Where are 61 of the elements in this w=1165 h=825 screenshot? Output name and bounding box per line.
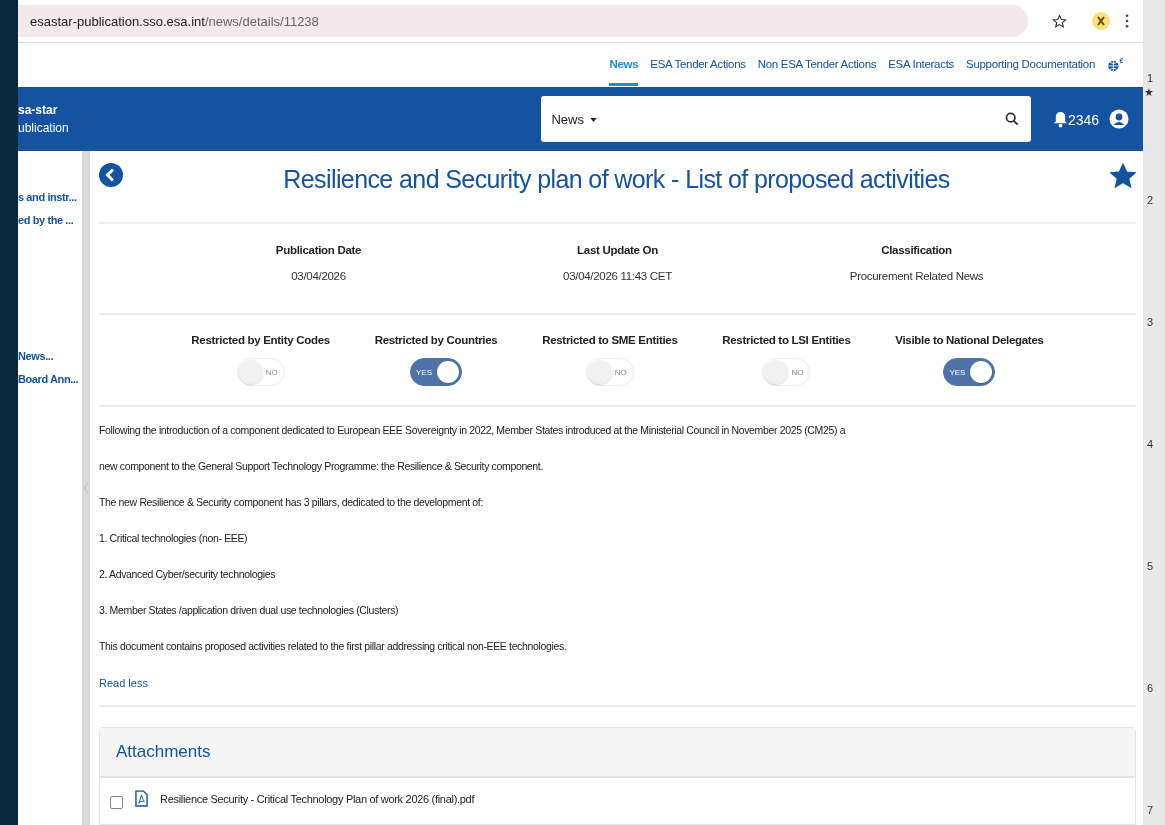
field-value: 03/04/2026: [291, 270, 346, 282]
field-label: Restricted to SME Entities: [542, 334, 678, 346]
star-outline-icon[interactable]: [1052, 13, 1067, 29]
search-scope-dropdown[interactable]: News: [551, 111, 597, 127]
logo-text: ublication: [18, 121, 70, 135]
field-label: Publication Date: [275, 244, 362, 256]
caret-icon[interactable]: [589, 118, 597, 123]
page-number: 6: [1147, 682, 1154, 694]
field-label: Restricted to LSI Entities: [722, 334, 851, 346]
toggle-switch[interactable]: NO: [762, 358, 811, 386]
pdf-file-icon: [135, 790, 148, 807]
menu-icon[interactable]: [1125, 14, 1129, 28]
field-label: Restricted by Entity Codes: [191, 334, 330, 346]
field-label: Restricted by Countries: [374, 334, 498, 346]
body-text: 2. Advanced Cyber/security technologies: [99, 567, 277, 582]
notification-count[interactable]: 2346: [1067, 111, 1100, 128]
star-icon[interactable]: [1110, 163, 1136, 189]
sidebar-link[interactable]: Board Ann...: [18, 373, 82, 385]
sidebar-link[interactable]: ed by the ...: [18, 214, 82, 226]
sidebar-link[interactable]: News...: [18, 350, 82, 362]
page-number: 5: [1147, 560, 1154, 572]
page-number: 2: [1147, 194, 1154, 206]
field-value: 03/04/2026 11:43 CET: [563, 270, 672, 282]
address-bar[interactable]: esastar-publication.sso.esa.int/news/details/11238: [18, 5, 1028, 37]
read-less-link[interactable]: Read less: [99, 677, 148, 689]
field-label: Classification: [881, 244, 952, 256]
field-value: Procurement Related News: [849, 270, 984, 282]
file-link[interactable]: Resilience Security - Critical Technology Plan of work 2026 (final).pdf: [160, 792, 475, 805]
search-field[interactable]: News: [541, 96, 1031, 142]
toggle-switch[interactable]: NO: [236, 358, 285, 386]
body-text: The new Resilience & Security component has 3 pillars, dedicated to the development of:: [99, 495, 484, 510]
body-text: This document contains proposed activities related to the first pillar addressing critical non-EEE technologies.: [99, 639, 568, 654]
logo-text: sa-star: [18, 103, 59, 117]
nav-link[interactable]: ESA Tender Actions: [650, 44, 746, 86]
back-icon[interactable]: [99, 163, 123, 187]
user-avatar-icon[interactable]: [1109, 109, 1129, 129]
toggle-switch[interactable]: YES: [410, 358, 463, 386]
page-number: 7: [1147, 804, 1154, 816]
page-number: 1: [1147, 72, 1154, 84]
body-text: 3. Member States /application driven dual use technologies (Clusters): [99, 603, 400, 618]
toggle-switch[interactable]: NO: [585, 358, 634, 386]
body-text: Following the introduction of a component dedicated to European EEE Sovereignty in 2022, Member States introduced at the Ministerial Council in November 2025 (CM25) a: [99, 423, 847, 438]
panel-title: Attachments: [116, 742, 211, 762]
sidebar-link[interactable]: s and instr...: [18, 191, 82, 203]
nav-link[interactable]: Non ESA Tender Actions: [757, 44, 877, 86]
field-label: Visible to National Delegates: [895, 334, 1044, 346]
page-number: 4: [1147, 438, 1154, 450]
page-title: Resilience and Security plan of work - List of proposed activities: [283, 164, 950, 194]
toggle-switch[interactable]: YES: [943, 358, 996, 386]
body-text: new component to the General Support Technology Programme: the Resilience & Security component.: [99, 459, 544, 474]
bell-icon[interactable]: [1052, 110, 1068, 128]
globe-icon[interactable]: [1107, 58, 1125, 72]
star-marker: ★: [1144, 86, 1154, 99]
checkbox[interactable]: [110, 796, 123, 809]
nav-link[interactable]: ESA Interacts: [888, 44, 954, 86]
page-number: 3: [1147, 316, 1154, 328]
extension-icon[interactable]: [1091, 11, 1111, 31]
search-icon[interactable]: [1004, 112, 1019, 126]
nav-link[interactable]: Supporting Documentation: [966, 44, 1095, 86]
field-label: Last Update On: [577, 244, 658, 256]
body-text: 1. Critical technologies (non- EEE): [99, 531, 249, 546]
